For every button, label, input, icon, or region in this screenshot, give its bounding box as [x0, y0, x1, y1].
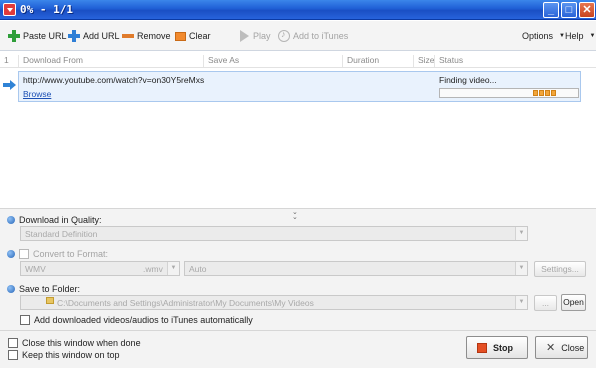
options-panel: ⌄ ⌄ Download in Quality: Standard Definit…	[0, 208, 596, 330]
itunes-icon	[278, 29, 290, 42]
format-select[interactable]: WMV .wmv ▼	[20, 261, 180, 276]
quality-section: Download in Quality:	[7, 215, 102, 225]
close-icon: ✕	[546, 342, 556, 354]
chevron-down-icon: ▼	[515, 227, 527, 240]
active-download-arrow-icon	[3, 80, 17, 90]
add-to-itunes-button[interactable]: Add to iTunes	[278, 29, 348, 43]
minimize-button[interactable]: _	[543, 2, 559, 18]
clear-button[interactable]: Clear	[175, 29, 211, 43]
close-label: Close	[561, 342, 585, 353]
browse-folder-button[interactable]: ...	[534, 295, 557, 311]
keep-on-top-option: Keep this window on top	[8, 350, 120, 360]
clear-icon	[175, 31, 186, 41]
plus-icon	[8, 30, 20, 42]
help-label: Help	[565, 31, 584, 41]
format-value: WMV	[25, 264, 46, 274]
settings-button[interactable]: Settings...	[534, 261, 586, 277]
column-save-as[interactable]: Save As	[203, 55, 239, 67]
toolbar: Paste URL Add URL Remove Clear Play Add …	[0, 21, 596, 51]
add-url-button[interactable]: Add URL	[68, 29, 120, 43]
convert-section: Convert to Format:	[7, 249, 108, 259]
format-extension: .wmv	[143, 264, 163, 274]
play-icon	[238, 30, 250, 42]
itunes-checkbox[interactable]	[20, 315, 30, 325]
folder-select[interactable]: C:\Documents and Settings\Administrator\…	[20, 295, 528, 310]
column-size[interactable]: Size	[413, 55, 435, 67]
convert-checkbox[interactable]	[19, 249, 29, 259]
chevron-down-icon: ▼	[515, 262, 527, 275]
stop-icon	[477, 342, 487, 353]
column-status[interactable]: Status	[434, 55, 463, 67]
play-label: Play	[253, 31, 271, 41]
maximize-button[interactable]: □	[561, 2, 577, 18]
quality-value: Standard Definition	[25, 229, 98, 239]
download-progress-bar	[439, 88, 579, 98]
progress-segment	[551, 90, 556, 96]
progress-segment	[533, 90, 538, 96]
stop-label: Stop	[493, 342, 513, 353]
paste-url-button[interactable]: Paste URL	[8, 29, 67, 43]
folder-icon	[46, 297, 54, 304]
app-download-icon	[3, 3, 16, 16]
close-when-done-checkbox[interactable]	[8, 338, 18, 348]
paste-url-label: Paste URL	[23, 31, 67, 41]
save-section: Save to Folder:	[7, 284, 80, 294]
column-duration[interactable]: Duration	[342, 55, 379, 67]
caret-down-icon: ▼	[589, 33, 596, 39]
download-list-header: 1 Download From Save As Duration Size St…	[0, 52, 596, 68]
help-menu[interactable]: Help ▼	[565, 29, 595, 43]
clear-label: Clear	[189, 31, 211, 41]
keep-on-top-label: Keep this window on top	[22, 350, 120, 360]
progress-segment	[545, 90, 550, 96]
download-status: Finding video...	[439, 75, 497, 85]
itunes-label: Add downloaded videos/audios to iTunes a…	[34, 315, 253, 325]
column-download-from[interactable]: Download From	[18, 55, 83, 67]
remove-label: Remove	[137, 31, 171, 41]
bullet-icon	[7, 216, 15, 224]
folder-path: C:\Documents and Settings\Administrator\…	[57, 298, 314, 308]
open-folder-button[interactable]: Open	[561, 294, 586, 311]
add-icon	[68, 30, 80, 42]
close-when-done-label: Close this window when done	[22, 338, 141, 348]
column-index[interactable]: 1	[0, 55, 9, 67]
bullet-icon	[7, 250, 15, 258]
convert-label: Convert to Format:	[33, 249, 109, 259]
close-when-done-option: Close this window when done	[8, 338, 141, 348]
chevron-down-icon: ▼	[167, 262, 179, 275]
quality-label: Download in Quality:	[19, 215, 102, 225]
close-button[interactable]: ✕ Close	[535, 336, 588, 359]
options-menu[interactable]: Options ▼	[522, 29, 565, 43]
auto-value: Auto	[189, 264, 207, 274]
keep-on-top-checkbox[interactable]	[8, 350, 18, 360]
close-window-button[interactable]: ✕	[579, 2, 595, 18]
bullet-icon	[7, 285, 15, 293]
quality-select[interactable]: Standard Definition ▼	[20, 226, 528, 241]
bottom-bar: Close this window when done Keep this wi…	[0, 330, 596, 368]
progress-segment	[539, 90, 544, 96]
chevron-down-icon: ▼	[515, 296, 527, 309]
add-url-label: Add URL	[83, 31, 120, 41]
add-to-itunes-label: Add to iTunes	[293, 31, 349, 41]
remove-button[interactable]: Remove	[122, 29, 171, 43]
itunes-option: Add downloaded videos/audios to iTunes a…	[20, 315, 253, 325]
save-label: Save to Folder:	[19, 284, 81, 294]
collapse-chevron-icon[interactable]: ⌄ ⌄	[292, 209, 298, 221]
stop-button[interactable]: Stop	[466, 336, 528, 359]
quality-auto-select[interactable]: Auto ▼	[184, 261, 528, 276]
play-button[interactable]: Play	[238, 29, 271, 43]
download-url: http://www.youtube.com/watch?v=on30Y5reM…	[23, 75, 205, 85]
browse-link[interactable]: Browse	[23, 89, 51, 99]
window-title: 0% - 1/1	[20, 3, 73, 16]
title-bar: 0% - 1/1 _ □ ✕	[0, 0, 596, 20]
options-label: Options	[522, 31, 554, 41]
download-row[interactable]: http://www.youtube.com/watch?v=on30Y5reM…	[18, 71, 581, 102]
minus-icon	[122, 30, 134, 42]
